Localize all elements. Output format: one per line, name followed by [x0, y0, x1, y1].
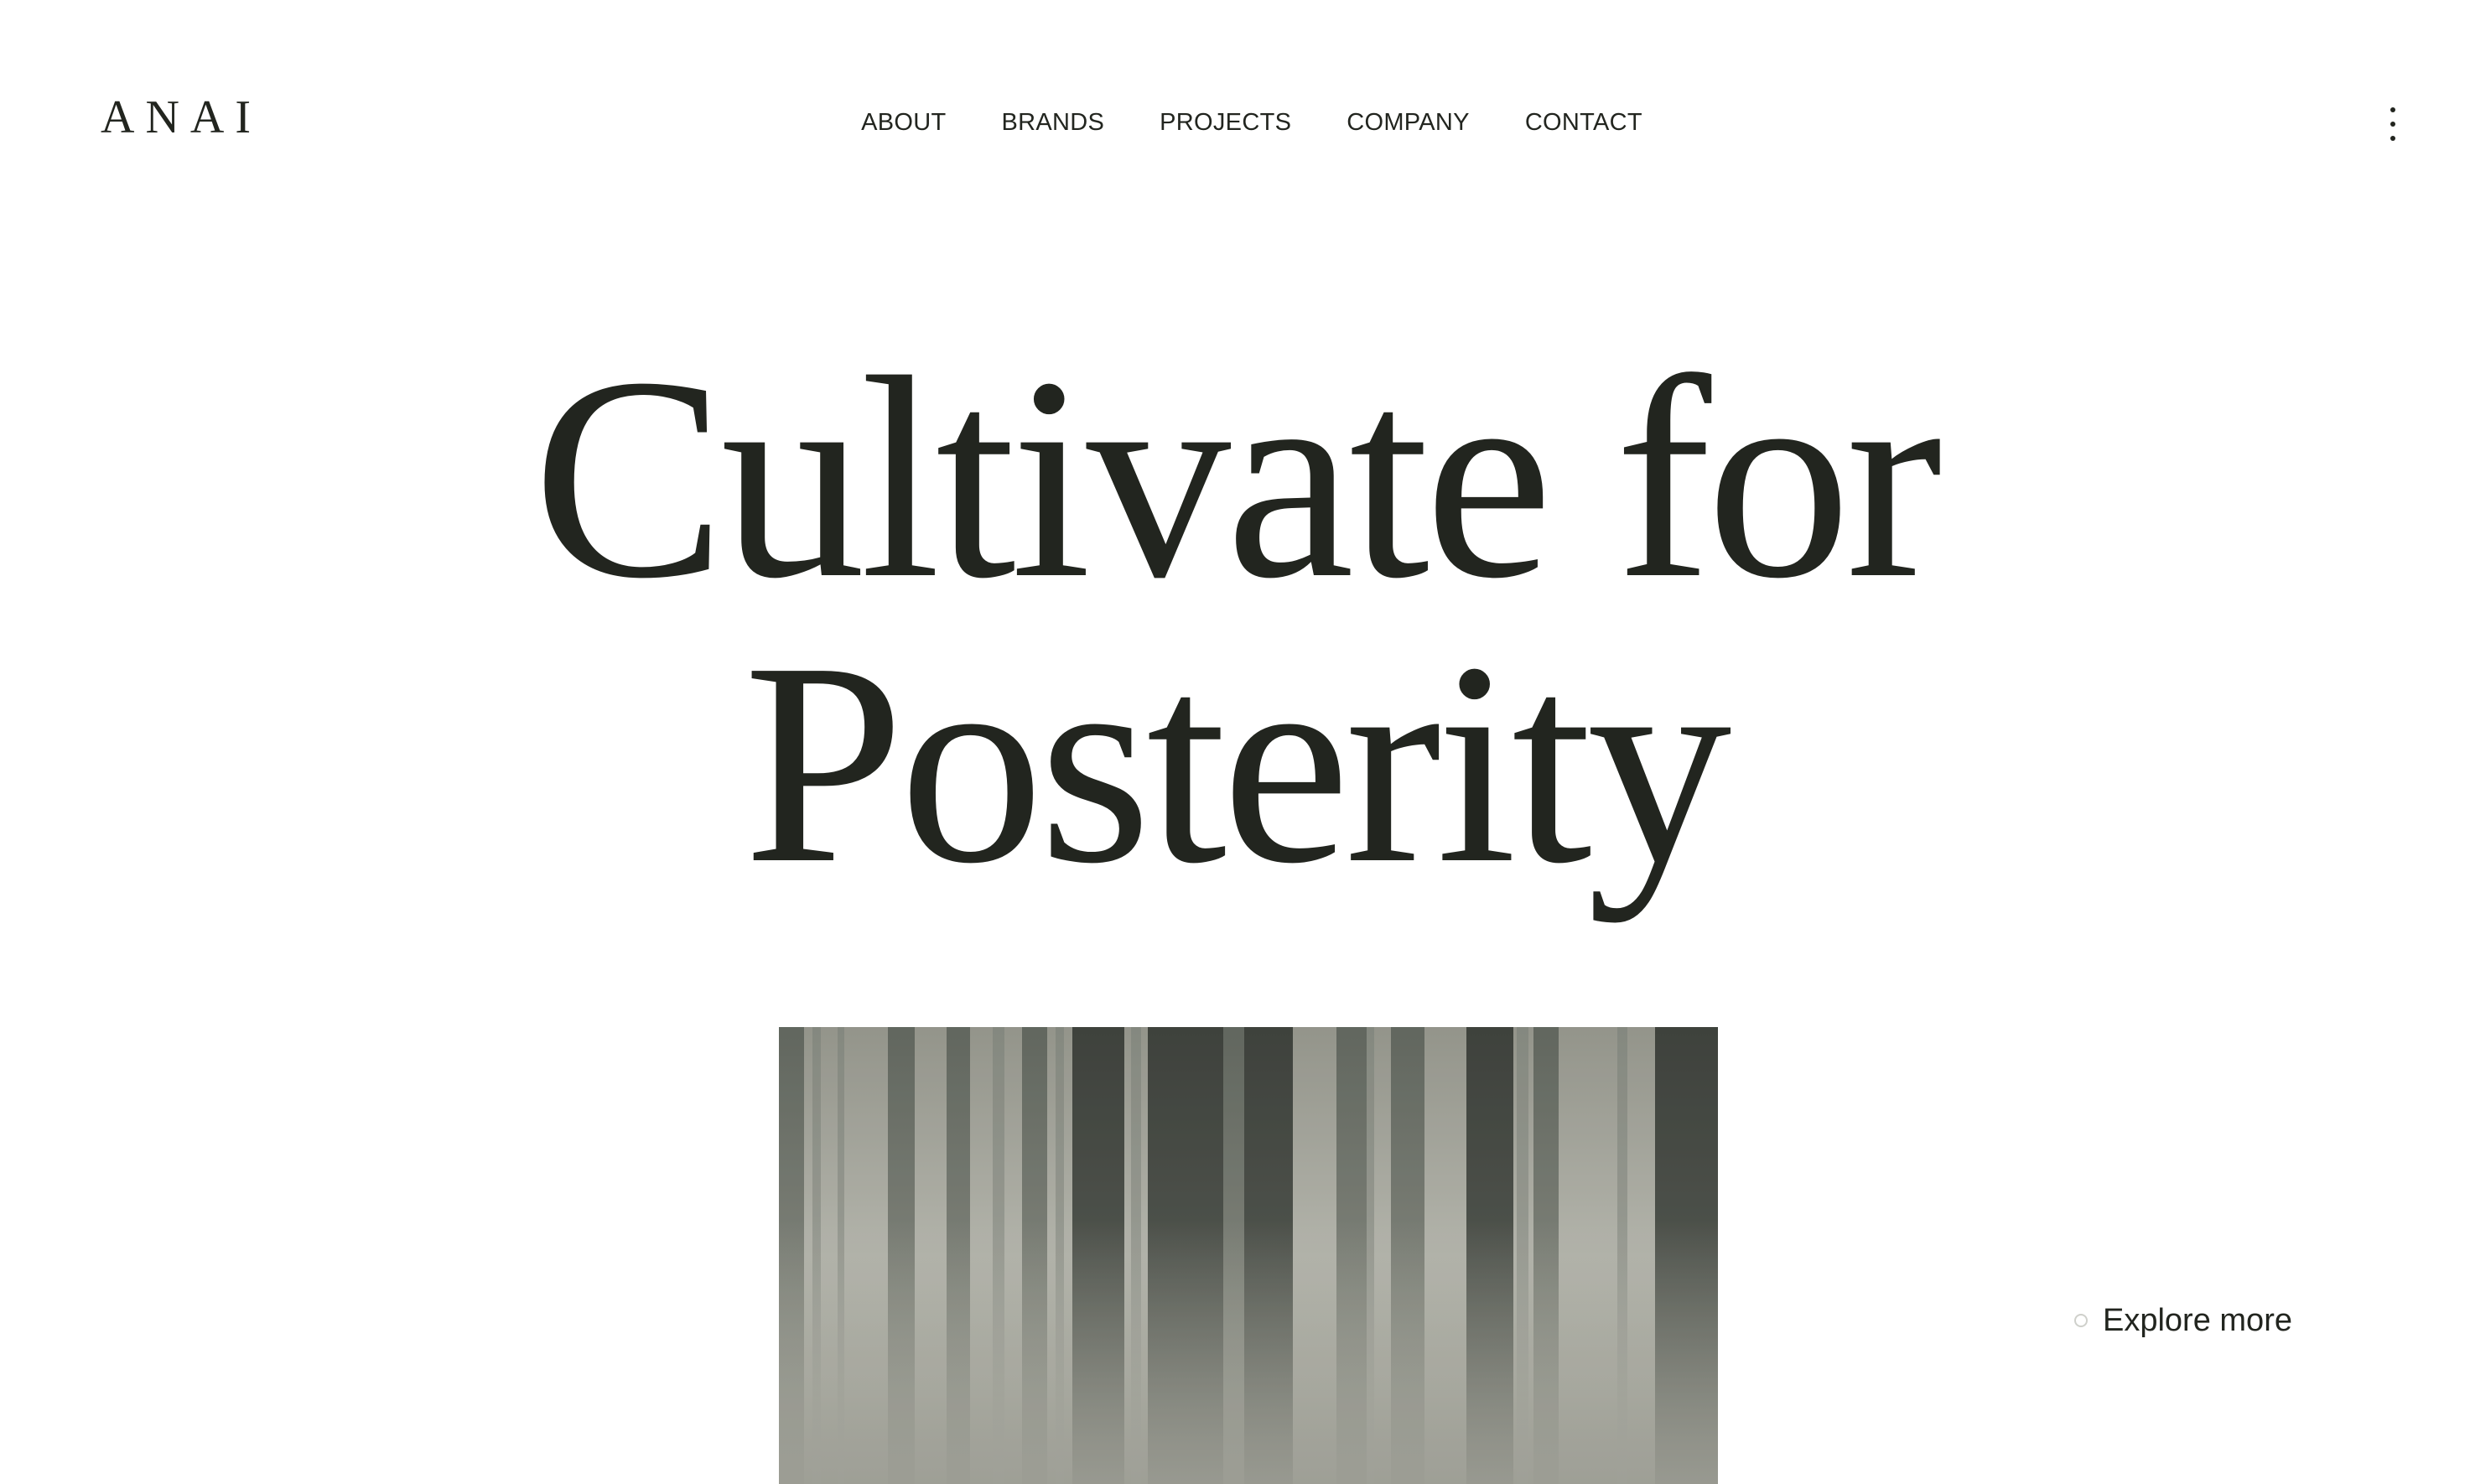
kebab-dot [2390, 122, 2395, 127]
nav-projects[interactable]: PROJECTS [1160, 111, 1291, 135]
nav-contact[interactable]: CONTACT [1525, 111, 1642, 135]
circle-icon [2074, 1314, 2088, 1327]
kebab-menu-icon[interactable] [2386, 107, 2400, 141]
nav-brands[interactable]: BRANDS [1001, 111, 1104, 135]
hero-line-2: Posterity [743, 603, 1732, 923]
nav-company[interactable]: COMPANY [1347, 111, 1470, 135]
nav-about[interactable]: ABOUT [861, 111, 946, 135]
hero-headline: Cultivate for Posterity [0, 318, 2470, 923]
explore-more-label: Explore more [2103, 1303, 2292, 1338]
forest-trees-image [779, 1027, 1718, 1484]
kebab-dot [2390, 107, 2395, 112]
kebab-dot [2390, 136, 2395, 141]
explore-more-button[interactable]: Explore more [2074, 1305, 2292, 1336]
hero-line-1: Cultivate for [532, 318, 1942, 638]
main-nav: ABOUT BRANDS PROJECTS COMPANY CONTACT [0, 111, 2470, 135]
